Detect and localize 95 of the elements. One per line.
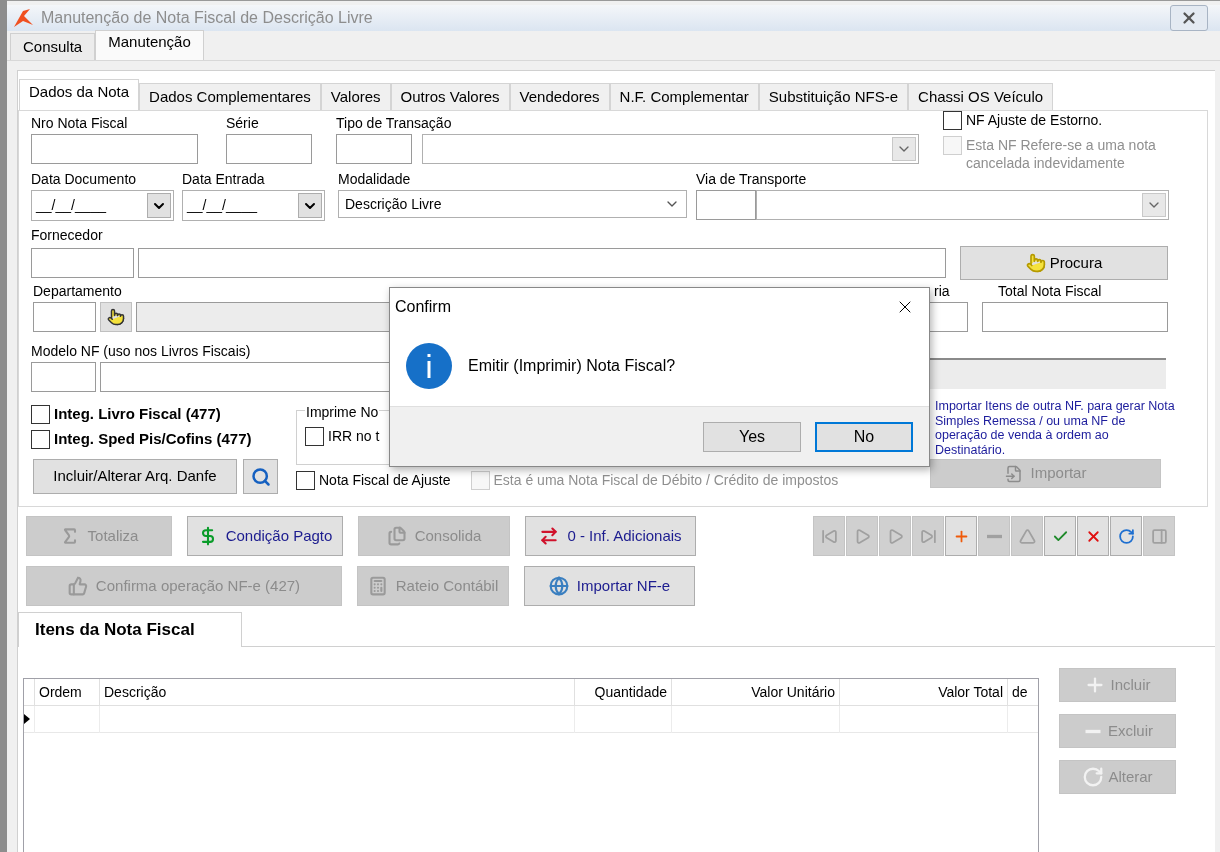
field-label: Série bbox=[226, 115, 260, 131]
action-button[interactable]: Condição Pagto bbox=[187, 516, 343, 556]
column-header: de bbox=[1007, 679, 1036, 706]
close-button[interactable] bbox=[1170, 5, 1208, 31]
skip-forward-icon bbox=[919, 527, 937, 545]
globe-icon bbox=[548, 576, 569, 596]
field-label: ria bbox=[934, 283, 951, 299]
checkbox-label: Esta é uma Nota Fiscal de Débito / Crédito de impostos bbox=[493, 471, 839, 489]
toolbar-button[interactable] bbox=[1077, 516, 1109, 556]
arrows-icon bbox=[539, 526, 560, 546]
input-field[interactable] bbox=[33, 302, 96, 332]
search-button[interactable] bbox=[243, 459, 278, 494]
checkbox-label: Integ. Sped Pis/Cofins (477) bbox=[54, 430, 252, 448]
combo-box[interactable]: Descrição Livre bbox=[338, 190, 687, 218]
redo-icon bbox=[1117, 527, 1135, 545]
pointing-hand-icon bbox=[1025, 253, 1046, 273]
checkbox[interactable] bbox=[31, 405, 50, 424]
danfe-button[interactable]: Incluir/Alterar Arq. Danfe bbox=[33, 459, 237, 494]
checkbox-label: IRR no t bbox=[328, 427, 380, 445]
column-header: Valor Unitário bbox=[671, 679, 839, 706]
field-label: Modalidade bbox=[338, 171, 412, 187]
dialog-message: Emitir (Imprimir) Nota Fiscal? bbox=[468, 356, 676, 376]
input-field[interactable] bbox=[928, 358, 1166, 389]
action-button[interactable]: 0 - Inf. Adicionais bbox=[525, 516, 696, 556]
field-label: Data Documento bbox=[31, 171, 138, 187]
file-import-icon bbox=[1004, 464, 1023, 483]
field-label: Fornecedor bbox=[31, 227, 104, 243]
toolbar-button[interactable] bbox=[1044, 516, 1076, 556]
input-field[interactable] bbox=[696, 190, 756, 220]
checkbox[interactable] bbox=[31, 430, 50, 449]
column-header: Descrição bbox=[99, 679, 574, 706]
date-field[interactable]: __/__/____ bbox=[182, 190, 325, 221]
input-field[interactable] bbox=[226, 134, 312, 164]
input-field[interactable] bbox=[31, 362, 96, 392]
tab[interactable]: Consulta bbox=[10, 33, 96, 60]
field-label: Departamento bbox=[33, 283, 123, 299]
column-header: Ordem bbox=[34, 679, 99, 706]
input-field[interactable] bbox=[336, 134, 412, 164]
tab[interactable]: Outros Valores bbox=[390, 83, 510, 110]
close-icon bbox=[1180, 9, 1198, 27]
checkbox-label: Nota Fiscal de Ajuste bbox=[319, 471, 451, 489]
import-note: Importar Itens de outra NF. para gerar Nota Simples Remessa / ou uma NF de operação de venda à ordem ao Destinatário. bbox=[935, 399, 1176, 457]
tab[interactable]: Manutenção bbox=[95, 30, 204, 60]
documents-icon bbox=[386, 526, 407, 546]
dialog-title: Confirm bbox=[395, 297, 451, 317]
input-field[interactable] bbox=[31, 248, 134, 278]
column-header: Quantidade bbox=[574, 679, 671, 706]
column-header: Valor Total bbox=[839, 679, 1007, 706]
tab[interactable]: N.F. Complementar bbox=[609, 83, 759, 110]
field-label: Nro Nota Fiscal bbox=[31, 115, 129, 131]
checkbox-label: NF Ajuste de Estorno. bbox=[966, 111, 1103, 129]
panel-icon bbox=[1150, 527, 1168, 545]
calculator-icon bbox=[367, 576, 388, 596]
tab[interactable]: Dados da Nota bbox=[19, 79, 140, 110]
checkbox-label: Integ. Livro Fiscal (477) bbox=[54, 405, 221, 423]
checkbox-label: Esta NF Refere-se a uma nota cancelada indevidamente bbox=[966, 136, 1157, 172]
toolbar-button[interactable] bbox=[1110, 516, 1142, 556]
action-button[interactable]: Importar NF-e bbox=[524, 566, 695, 606]
field-label: Data Entrada bbox=[182, 171, 266, 187]
triangle-up-icon bbox=[1018, 527, 1036, 545]
thumbs-up-icon bbox=[67, 576, 88, 596]
tab[interactable]: Valores bbox=[320, 83, 391, 110]
date-field[interactable]: __/__/____ bbox=[31, 190, 174, 221]
tab[interactable]: Substituição NFS-e bbox=[758, 83, 909, 110]
tab[interactable]: Dados Complementares bbox=[139, 83, 321, 110]
combo-box[interactable] bbox=[756, 190, 1169, 220]
redo-icon bbox=[1082, 766, 1105, 788]
tab[interactable]: Chassi OS Veículo bbox=[908, 83, 1054, 110]
field-label: Tipo de Transação bbox=[336, 115, 453, 131]
pointing-hand-icon bbox=[107, 308, 125, 326]
field-label: Total Nota Fiscal bbox=[998, 283, 1103, 299]
input-field[interactable] bbox=[100, 362, 390, 392]
lookup-button[interactable] bbox=[100, 302, 132, 332]
input-field[interactable] bbox=[138, 248, 946, 278]
window-title: Manutenção de Nota Fiscal de Descrição Livre bbox=[41, 8, 373, 28]
skip-back-icon bbox=[820, 527, 838, 545]
input-field[interactable] bbox=[31, 134, 198, 164]
field-label: Via de Transporte bbox=[696, 171, 808, 187]
checkbox[interactable] bbox=[296, 471, 315, 490]
tab[interactable]: Vendedores bbox=[509, 83, 610, 110]
checkbox[interactable] bbox=[943, 111, 962, 130]
tab[interactable]: Itens da Nota Fiscal bbox=[18, 612, 242, 647]
logo-icon bbox=[11, 7, 35, 29]
search-icon bbox=[250, 466, 271, 487]
input-field[interactable] bbox=[982, 302, 1168, 332]
combo-box[interactable] bbox=[422, 134, 919, 164]
procura-button[interactable]: Procura bbox=[960, 246, 1168, 280]
dialog-button[interactable]: Yes bbox=[703, 421, 801, 452]
toolbar-button[interactable] bbox=[945, 516, 977, 556]
minus-icon bbox=[985, 533, 1003, 539]
dialog-button[interactable]: No bbox=[815, 421, 913, 452]
field-label: Modelo NF (uso nos Livros Fiscais) bbox=[31, 343, 252, 359]
info-icon bbox=[406, 343, 452, 389]
checkbox[interactable] bbox=[305, 427, 324, 446]
input-field[interactable] bbox=[928, 302, 968, 332]
